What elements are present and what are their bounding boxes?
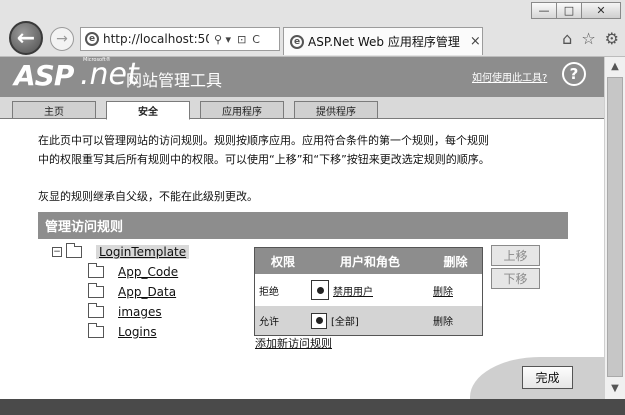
browser-tab[interactable]: e ASP.Net Web 应用程序管理 × <box>283 27 483 55</box>
maximize-icon: □ <box>563 4 575 17</box>
inherit-note: 灰显的规则继承自父级，不能在此级别更改。 <box>38 190 258 203</box>
move-down-button[interactable]: 下移 <box>491 268 540 289</box>
status-bar <box>0 399 625 415</box>
rule-user-label[interactable]: 禁用用户 <box>333 283 373 298</box>
tab-security[interactable]: 安全 <box>106 101 190 120</box>
tab-strip: 主页 安全 应用程序 提供程序 <box>0 97 604 120</box>
tab-close-icon[interactable]: × <box>470 34 481 49</box>
tab-application[interactable]: 应用程序 <box>200 101 284 119</box>
user-icon <box>311 280 329 300</box>
intro-line-2: 中的权限重写其后所有规则中的权限。可以使用“上移”和“下移”按钮来更改选定规则的… <box>38 153 490 166</box>
intro-line-1: 在此页中可以管理网站的访问规则。规则按顺序应用。应用符合条件的第一个规则，每个规… <box>38 134 489 147</box>
folder-icon <box>88 323 104 338</box>
folder-icon <box>88 283 104 298</box>
site-title: 网站管理工具 <box>126 71 223 90</box>
settings-gear-icon[interactable]: ⚙ <box>605 29 619 48</box>
collapse-icon[interactable]: − <box>52 247 62 257</box>
ie-page-icon: e <box>85 32 99 46</box>
help-link[interactable]: 如何使用此工具? <box>472 69 547 84</box>
tree-node-label[interactable]: images <box>118 305 162 319</box>
tree-node-label[interactable]: App_Code <box>118 265 178 279</box>
home-icon[interactable]: ⌂ <box>562 29 572 48</box>
column-delete: 删除 <box>443 254 468 269</box>
back-arrow-icon: ← <box>16 25 36 51</box>
logo-microsoft: Microsoft® <box>83 57 111 63</box>
scroll-down-icon[interactable]: ▼ <box>608 383 622 394</box>
tab-title: ASP.Net Web 应用程序管理 <box>308 35 460 49</box>
table-row[interactable]: 拒绝 禁用用户 删除 <box>255 274 482 306</box>
section-title: 管理访问规则 <box>38 212 568 239</box>
add-rule-link[interactable]: 添加新访问规则 <box>255 335 332 351</box>
help-icon[interactable]: ? <box>562 62 586 86</box>
tree-node-root[interactable]: − LoginTemplate <box>52 243 190 259</box>
tab-provider[interactable]: 提供程序 <box>294 101 378 119</box>
browser-chrome: — □ ✕ ← → e http://localhost:50 ⚲ ▾ ⊡ C … <box>0 0 625 57</box>
rule-permission: 拒绝 <box>259 286 279 298</box>
rule-user-label: [全部] <box>331 317 359 328</box>
minimize-button[interactable]: — <box>531 2 557 19</box>
tree-node-label[interactable]: Logins <box>118 325 157 339</box>
access-rules-table: 权限 用户和角色 删除 拒绝 禁用用户 删除 允许 [全部] 删除 <box>254 247 483 336</box>
back-button[interactable]: ← <box>9 21 43 55</box>
page-viewport: ASP .net Microsoft® 网站管理工具 如何使用此工具? ? 主页… <box>0 57 604 399</box>
column-users-roles: 用户和角色 <box>339 254 400 269</box>
refresh-icon[interactable]: C <box>252 33 260 46</box>
tree-node[interactable]: App_Code <box>88 263 178 279</box>
tree-node[interactable]: App_Data <box>88 283 176 299</box>
scroll-up-icon[interactable]: ▲ <box>608 61 622 72</box>
forward-arrow-icon: → <box>56 31 68 47</box>
folder-icon <box>66 243 82 258</box>
site-header: ASP .net Microsoft® 网站管理工具 如何使用此工具? ? <box>0 57 604 97</box>
logo-asp: ASP <box>14 59 74 92</box>
done-button[interactable]: 完成 <box>522 366 573 389</box>
search-dropdown-icon[interactable]: ⚲ ▾ <box>214 33 231 46</box>
folder-icon <box>88 303 104 318</box>
vertical-scrollbar[interactable]: ▲ ▼ <box>604 57 625 399</box>
delete-link[interactable]: 删除 <box>433 287 453 298</box>
close-button[interactable]: ✕ <box>581 2 621 19</box>
rule-delete-cell: 删除 <box>429 313 482 328</box>
table-row[interactable]: 允许 [全部] 删除 <box>255 306 482 335</box>
rule-user: [全部] <box>311 312 429 329</box>
tree-node-label[interactable]: LoginTemplate <box>96 245 190 259</box>
rule-permission: 允许 <box>259 317 279 328</box>
window-controls: — □ ✕ <box>531 2 621 19</box>
move-up-button[interactable]: 上移 <box>491 245 540 266</box>
tree-node-label[interactable]: App_Data <box>118 285 176 299</box>
intro-text: 在此页中可以管理网站的访问规则。规则按顺序应用。应用符合条件的第一个规则，每个规… <box>38 131 578 169</box>
address-bar[interactable]: e http://localhost:50 ⚲ ▾ ⊡ C <box>80 27 280 51</box>
tab-home[interactable]: 主页 <box>12 101 96 119</box>
close-icon: ✕ <box>596 4 606 17</box>
table-header: 权限 用户和角色 删除 <box>255 248 482 274</box>
favorites-star-icon[interactable]: ☆ <box>581 29 595 48</box>
forward-button[interactable]: → <box>50 27 74 51</box>
delete-link[interactable]: 删除 <box>433 317 453 328</box>
column-permission: 权限 <box>270 254 295 269</box>
ie-tab-icon: e <box>290 34 304 49</box>
tree-node[interactable]: Logins <box>88 323 157 339</box>
browser-toolbar-icons: ⌂ ☆ ⚙ <box>553 29 619 48</box>
scrollbar-thumb[interactable] <box>607 77 623 377</box>
tree-node[interactable]: images <box>88 303 162 319</box>
maximize-button[interactable]: □ <box>556 2 582 19</box>
rule-delete-cell: 删除 <box>429 283 482 298</box>
rule-user: 禁用用户 <box>311 280 429 300</box>
folder-icon <box>88 263 104 278</box>
compatibility-icon[interactable]: ⊡ <box>237 33 246 46</box>
address-tools: ⚲ ▾ ⊡ C <box>211 33 263 46</box>
users-icon <box>311 312 327 329</box>
address-url[interactable]: http://localhost:50 <box>103 32 209 46</box>
minimize-icon: — <box>538 4 550 17</box>
